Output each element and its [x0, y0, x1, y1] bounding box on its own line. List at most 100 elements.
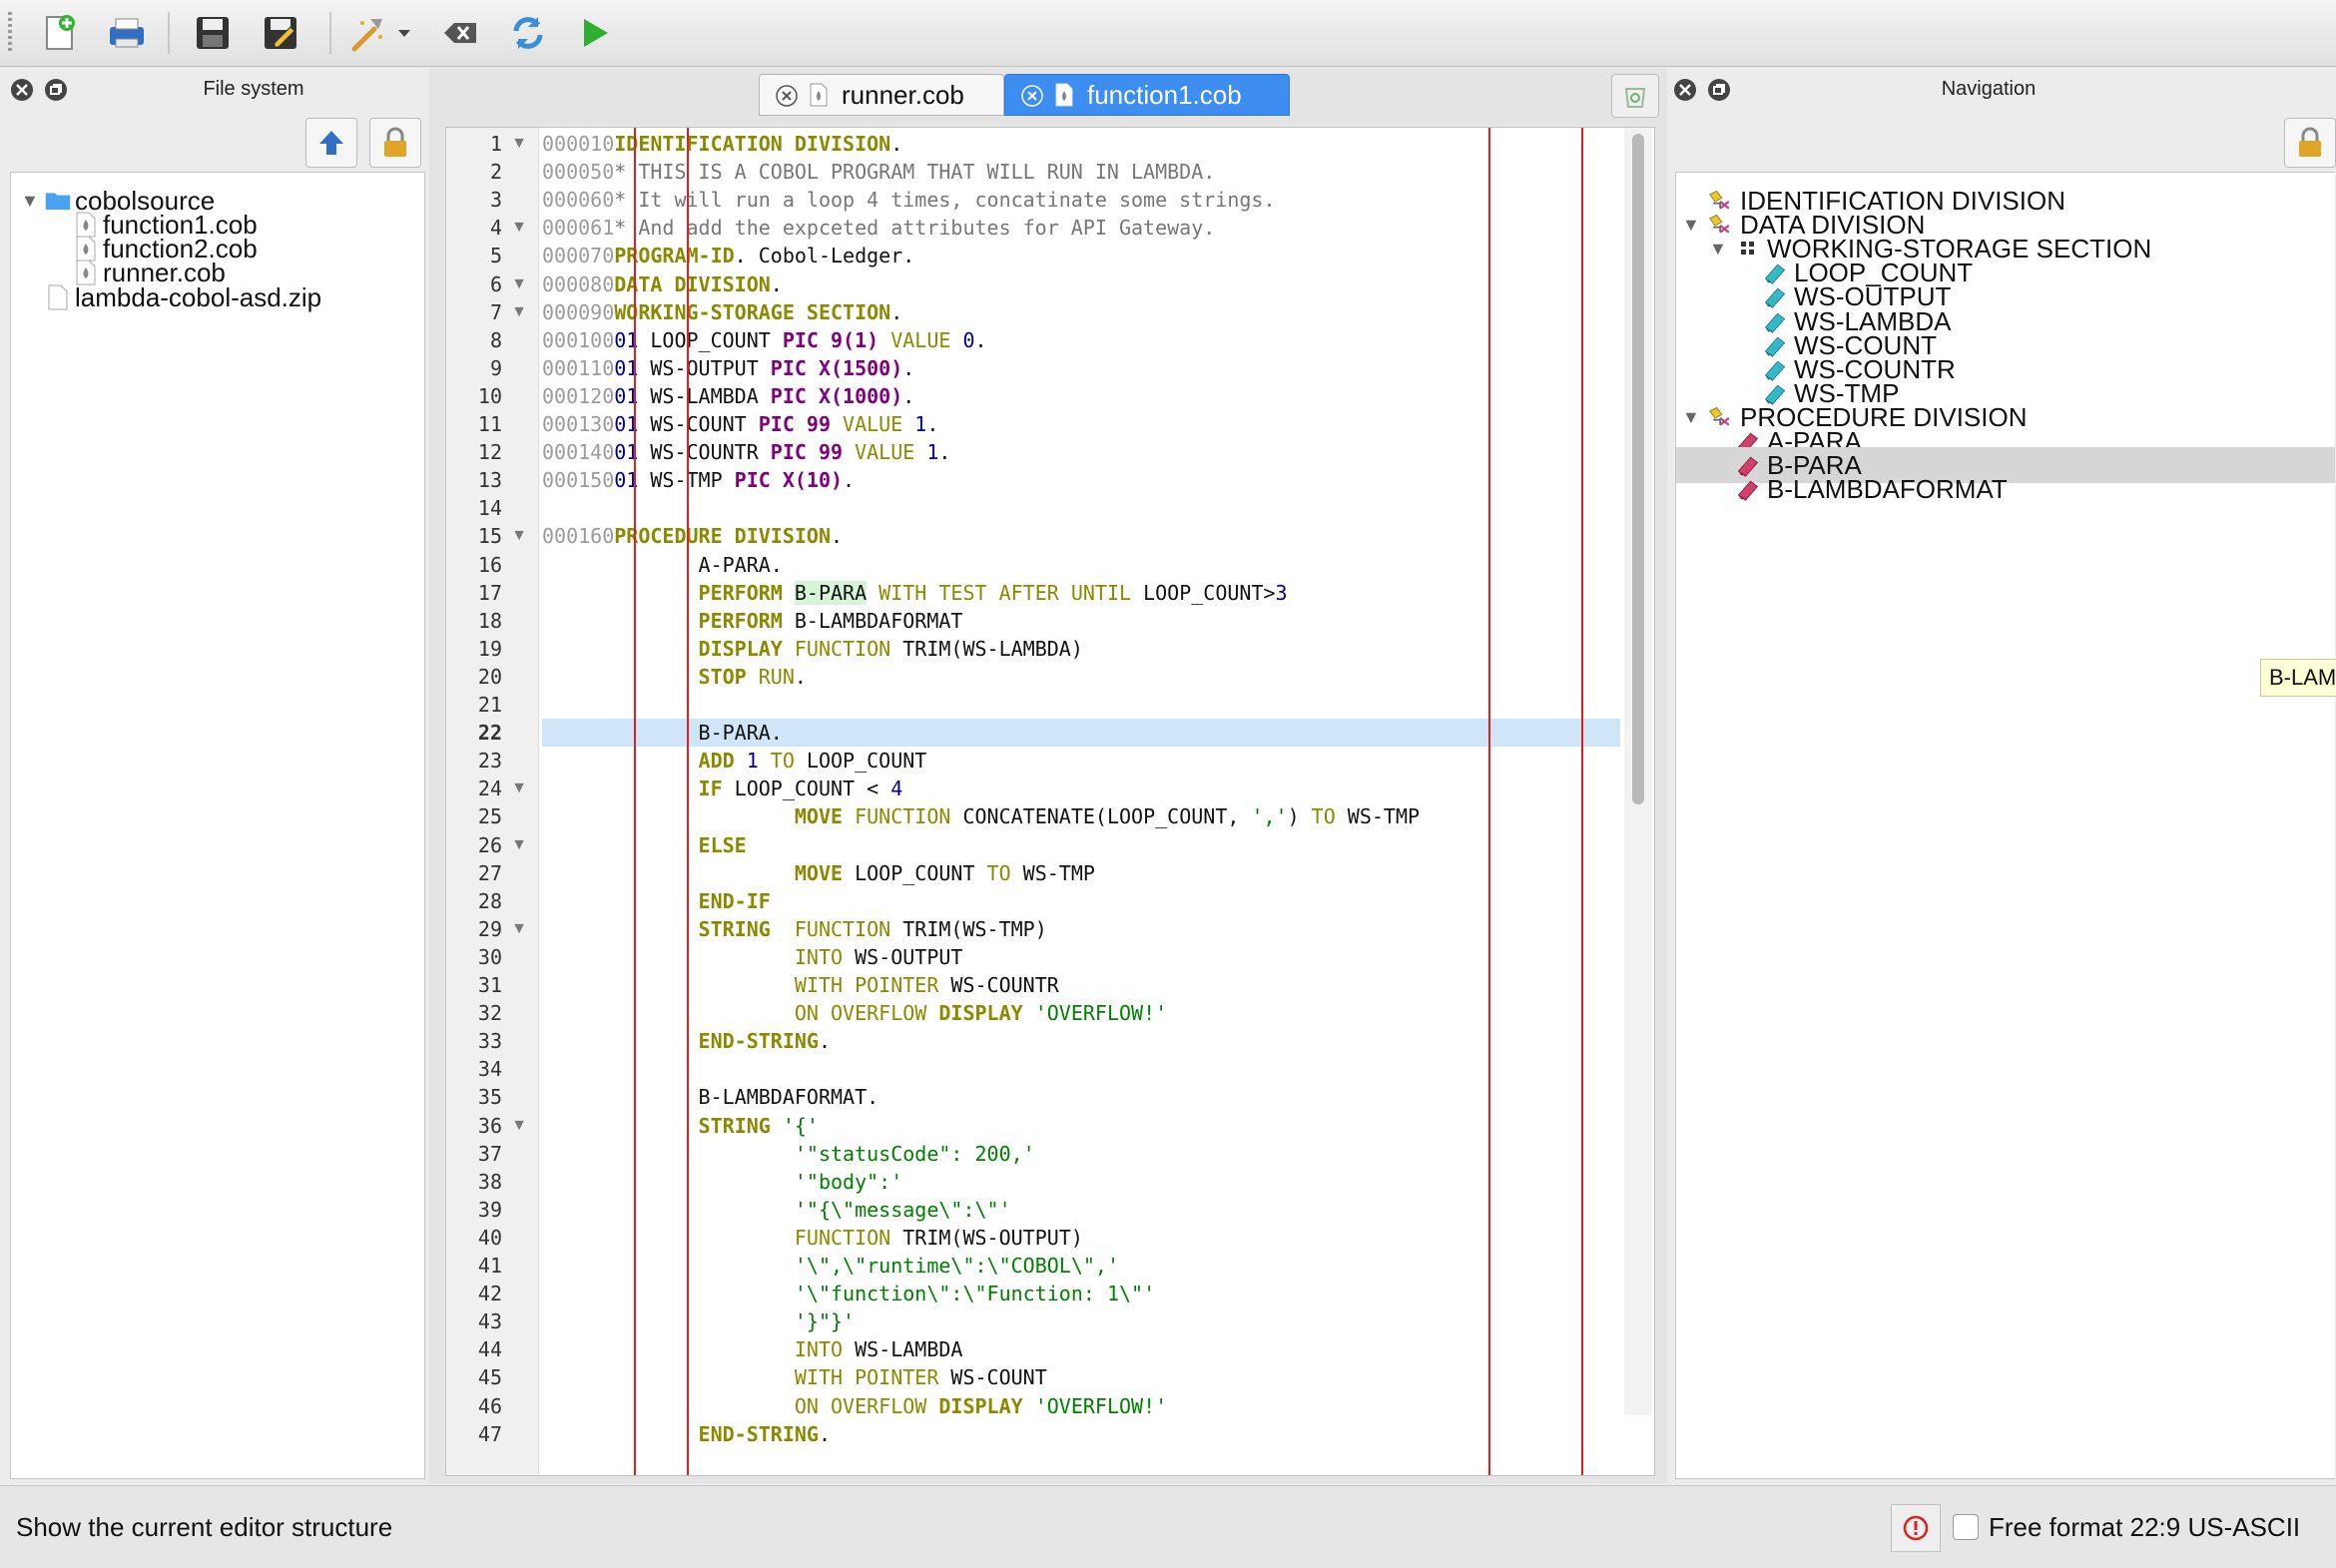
- code-token: WORKING-STORAGE SECTION: [614, 299, 891, 324]
- free-format-checkbox[interactable]: [1953, 1514, 1979, 1540]
- code-token: PERFORM: [698, 580, 783, 605]
- vertical-scrollbar[interactable]: [1624, 128, 1652, 1415]
- refresh-button[interactable]: [503, 8, 553, 58]
- code-line[interactable]: PERFORM B-PARA WITH TEST AFTER UNTIL LOO…: [542, 579, 1288, 607]
- code-line[interactable]: WITH POINTER WS-COUNTR: [542, 971, 1059, 999]
- code-line[interactable]: IF LOOP_COUNT < 4: [542, 775, 903, 802]
- zip-file-icon: [48, 284, 68, 310]
- nav-tree-item[interactable]: B-LAMBDAFORMAT: [1676, 471, 2335, 507]
- code-lines: 000010IDENTIFICATION DIVISION. 000050* TH…: [446, 128, 1624, 1475]
- code-line[interactable]: A-PARA.: [542, 551, 783, 579]
- code-line[interactable]: MOVE LOOP_COUNT TO WS-TMP: [542, 859, 1095, 887]
- code-line[interactable]: ADD 1 TO LOOP_COUNT: [542, 747, 927, 775]
- code-line[interactable]: '}"}': [542, 1307, 855, 1335]
- build-dropdown-button[interactable]: [391, 8, 417, 58]
- code-token: 3: [1275, 580, 1288, 605]
- code-line[interactable]: MOVE FUNCTION CONCATENATE(LOOP_COUNT, ',…: [542, 802, 1420, 830]
- paragraph-icon: [1737, 480, 1759, 502]
- code-line[interactable]: [542, 494, 614, 522]
- code-line[interactable]: 000080DATA DIVISION.: [542, 270, 783, 298]
- lock-button[interactable]: [369, 118, 421, 168]
- sequence-number: 000010: [542, 132, 615, 156]
- clear-button[interactable]: [435, 8, 485, 58]
- code-line[interactable]: 000090WORKING-STORAGE SECTION.: [542, 298, 902, 326]
- code-token: FUNCTION: [770, 916, 891, 941]
- close-tab-icon[interactable]: [1021, 85, 1043, 107]
- code-line[interactable]: 000070PROGRAM-ID. Cobol-Ledger.: [542, 242, 914, 269]
- code-line[interactable]: 000061* And add the expceted attributes …: [542, 214, 1215, 242]
- code-line[interactable]: '"statusCode": 200,': [542, 1140, 1035, 1168]
- code-line[interactable]: STRING FUNCTION TRIM(WS-TMP): [542, 915, 1047, 943]
- tab-runner-cob[interactable]: runner.cob: [759, 74, 1004, 116]
- code-line[interactable]: 000060* It will run a loop 4 times, conc…: [542, 186, 1276, 214]
- navigation-panel: Navigation IDENTIFICATION DIVISION ▼ DATA …: [1669, 68, 2336, 1483]
- new-file-button[interactable]: [34, 8, 84, 58]
- code-line[interactable]: '"{\"message\":\"': [542, 1196, 1011, 1224]
- float-panel-icon[interactable]: [44, 78, 68, 102]
- cobol-file-icon: [1055, 83, 1073, 107]
- tooltip: B-LAM: [2260, 659, 2336, 697]
- code-line[interactable]: FUNCTION TRIM(WS-OUTPUT): [542, 1224, 1083, 1252]
- sequence-number: 000050: [542, 160, 615, 185]
- code-editor[interactable]: 1 ▼ 2 3 4 ▼ 5 6 ▼ 7 ▼ 8 9 10 11 12 13 14 15 ▼ 16 17 18 19 20 21 22…: [445, 127, 1655, 1476]
- code-token: '"{\"message\":\"': [794, 1197, 1011, 1222]
- file-tree-item[interactable]: lambda-cobol-asd.zip: [11, 279, 424, 315]
- navigation-title: Navigation: [1941, 78, 2037, 100]
- nav-lock-button[interactable]: [2284, 118, 2336, 168]
- sequence-number: 000100: [542, 327, 615, 352]
- code-token: WS-COUNT: [938, 1365, 1047, 1390]
- code-line[interactable]: STRING '{': [542, 1112, 819, 1140]
- code-line[interactable]: 000160PROCEDURE DIVISION.: [542, 522, 843, 550]
- close-panel-icon[interactable]: [10, 78, 34, 102]
- build-icon: [351, 19, 382, 52]
- code-token: WS-COUNTR: [638, 440, 771, 465]
- code-line[interactable]: 00012001 WS-LAMBDA PIC X(1000).: [542, 382, 914, 410]
- code-line[interactable]: [542, 1055, 614, 1083]
- code-line[interactable]: 00011001 WS-OUTPUT PIC X(1500).: [542, 354, 914, 382]
- code-line[interactable]: ELSE: [542, 831, 747, 859]
- toolbar-handle[interactable]: [8, 12, 12, 54]
- code-line[interactable]: END-IF: [542, 887, 771, 915]
- code-line[interactable]: 000050* THIS IS A COBOL PROGRAM THAT WIL…: [542, 158, 1215, 186]
- close-panel-icon[interactable]: [1673, 78, 1697, 102]
- code-line[interactable]: B-LAMBDAFORMAT.: [542, 1083, 879, 1111]
- code-line[interactable]: INTO WS-LAMBDA: [542, 1335, 963, 1363]
- code-line[interactable]: 00013001 WS-COUNT PIC 99 VALUE 1.: [542, 410, 938, 438]
- save-as-button[interactable]: [256, 8, 305, 58]
- code-line[interactable]: PERFORM B-LAMBDAFORMAT: [542, 607, 963, 635]
- code-line[interactable]: 00010001 LOOP_COUNT PIC 9(1) VALUE 0.: [542, 326, 987, 354]
- code-line[interactable]: 00014001 WS-COUNTR PIC 99 VALUE 1.: [542, 438, 950, 466]
- code-line[interactable]: B-PARA.: [542, 719, 783, 747]
- scrollbar-thumb[interactable]: [1632, 134, 1644, 804]
- run-button[interactable]: [569, 8, 619, 58]
- recycle-icon: [1624, 88, 1646, 108]
- editor-corner-button[interactable]: [1611, 74, 1659, 118]
- code-line[interactable]: STOP RUN.: [542, 663, 807, 691]
- code-line[interactable]: '"body":': [542, 1168, 902, 1196]
- code-line[interactable]: 000010IDENTIFICATION DIVISION.: [542, 130, 902, 158]
- code-line[interactable]: WITH POINTER WS-COUNT: [542, 1363, 1047, 1391]
- code-token: IF: [698, 777, 723, 801]
- code-token: WS-COUNT: [638, 412, 759, 436]
- save-button[interactable]: [188, 8, 238, 58]
- code-token: TRIM(WS-OUTPUT): [890, 1225, 1083, 1250]
- go-up-button[interactable]: [305, 118, 357, 168]
- code-line[interactable]: DISPLAY FUNCTION TRIM(WS-LAMBDA): [542, 635, 1083, 663]
- print-button[interactable]: [102, 8, 152, 58]
- close-tab-icon[interactable]: [776, 85, 798, 107]
- error-indicator-button[interactable]: [1891, 1504, 1941, 1552]
- code-line[interactable]: [542, 691, 614, 719]
- code-token: * THIS IS A COBOL PROGRAM THAT WILL RUN …: [614, 160, 1216, 185]
- arrow-up-icon: [319, 131, 343, 155]
- code-line[interactable]: INTO WS-OUTPUT: [542, 943, 963, 971]
- code-line[interactable]: '\",\"runtime\":\"COBOL\",': [542, 1252, 1119, 1280]
- build-button[interactable]: [343, 8, 393, 58]
- code-line[interactable]: 00015001 WS-TMP PIC X(10).: [542, 466, 855, 494]
- code-token: LOOP_COUNT: [638, 327, 783, 352]
- tab-function1-cob[interactable]: function1.cob: [1004, 74, 1290, 116]
- float-panel-icon[interactable]: [1707, 78, 1731, 102]
- code-token: INTO: [794, 944, 844, 969]
